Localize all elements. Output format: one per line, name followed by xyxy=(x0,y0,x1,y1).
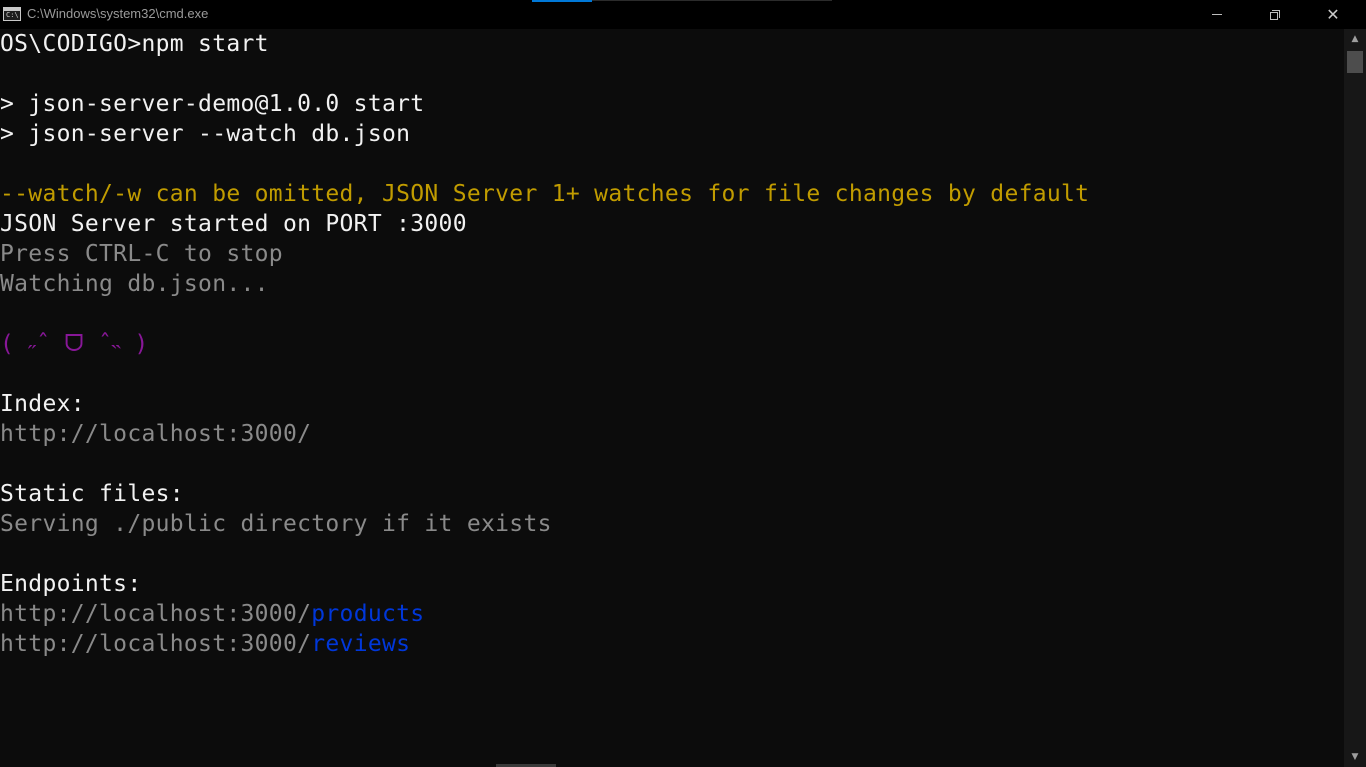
console-text: > json-server --watch db.json xyxy=(0,121,411,147)
restore-button[interactable] xyxy=(1246,0,1304,29)
console-text: Index: xyxy=(0,391,85,417)
console-line: http://localhost:3000/reviews xyxy=(0,629,1344,659)
console-text: Press CTRL-C to stop xyxy=(0,241,283,267)
console-line: Static files: xyxy=(0,479,1344,509)
console-text: Static files: xyxy=(0,481,184,507)
console-line: Watching db.json... xyxy=(0,269,1344,299)
title-bar-divider xyxy=(592,0,832,1)
scroll-up-arrow-icon[interactable]: ▲ xyxy=(1344,29,1366,49)
cmd-window: C:\ C:\Windows\system32\cmd.exe ✕ OS\COD… xyxy=(0,0,1366,767)
cmd-app-icon[interactable]: C:\ xyxy=(3,7,21,21)
console-text: Watching db.json... xyxy=(0,271,269,297)
console-line: ( ˶ˆ ᗜ ˆ˵ ) xyxy=(0,329,1344,359)
cmd-app-icon-label: C:\ xyxy=(6,11,19,19)
window-title: C:\Windows\system32\cmd.exe xyxy=(27,6,209,21)
title-bar[interactable]: C:\ C:\Windows\system32\cmd.exe ✕ xyxy=(0,0,1366,29)
console-line: --watch/-w can be omitted, JSON Server 1… xyxy=(0,179,1344,209)
minimize-button[interactable] xyxy=(1188,0,1246,29)
console-line: > json-server-demo@1.0.0 start xyxy=(0,89,1344,119)
restore-icon xyxy=(1270,9,1280,20)
scrollbar-thumb[interactable] xyxy=(1347,51,1363,73)
console-line: Index: xyxy=(0,389,1344,419)
console-text: Endpoints: xyxy=(0,571,142,597)
console-output[interactable]: OS\CODIGO>npm start > json-server-demo@1.… xyxy=(0,29,1344,767)
console-line: Press CTRL-C to stop xyxy=(0,239,1344,269)
console-line: OS\CODIGO>npm start xyxy=(0,29,1344,59)
console-text: JSON Server started on PORT :3000 xyxy=(0,211,467,237)
console-text: > json-server-demo@1.0.0 start xyxy=(0,91,425,117)
console-text: ( ˶ˆ ᗜ ˆ˵ ) xyxy=(0,331,149,357)
minimize-icon xyxy=(1212,14,1222,15)
console-line: http://localhost:3000/products xyxy=(0,599,1344,629)
console-text: http://localhost:3000/ xyxy=(0,601,312,627)
scroll-down-arrow-icon[interactable]: ▼ xyxy=(1344,747,1366,767)
console-text: http://localhost:3000/ xyxy=(0,631,312,657)
close-icon: ✕ xyxy=(1326,4,1340,24)
console-line: > json-server --watch db.json xyxy=(0,119,1344,149)
close-button[interactable]: ✕ xyxy=(1304,0,1362,29)
console-text: OS\CODIGO>npm start xyxy=(0,31,269,57)
vertical-scrollbar[interactable]: ▲ ▼ xyxy=(1344,29,1366,767)
console-text: http://localhost:3000/ xyxy=(0,421,312,447)
console-line: Serving ./public directory if it exists xyxy=(0,509,1344,539)
console-line: http://localhost:3000/ xyxy=(0,419,1344,449)
console-line: Endpoints: xyxy=(0,569,1344,599)
console-text: Serving ./public directory if it exists xyxy=(0,511,552,537)
title-bar-accent xyxy=(532,0,592,2)
console-text: reviews xyxy=(311,631,411,657)
console-line: JSON Server started on PORT :3000 xyxy=(0,209,1344,239)
console-text: products xyxy=(311,601,425,627)
console-text: --watch/-w can be omitted, JSON Server 1… xyxy=(0,181,1090,207)
